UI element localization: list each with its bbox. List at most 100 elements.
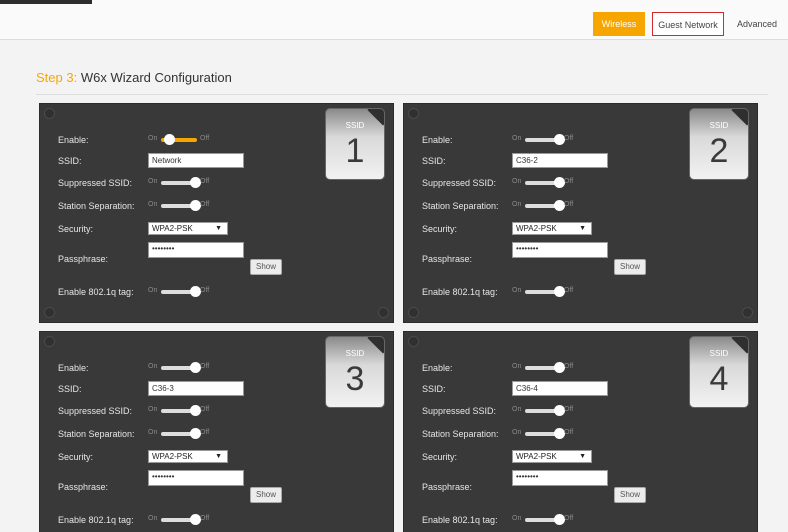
- passphrase-input[interactable]: ••••••••: [148, 470, 244, 486]
- toggle-off-label: Off: [564, 178, 574, 185]
- toggle-off-label: Off: [564, 135, 574, 142]
- suppressed-ssid-label: Suppressed SSID:: [58, 178, 133, 188]
- vlan-tag-toggle[interactable]: On Off: [512, 514, 576, 526]
- security-select[interactable]: WPA2-PSK ▼: [148, 222, 228, 235]
- toggle-off-label: Off: [564, 287, 574, 294]
- suppressed-ssid-label: Suppressed SSID:: [422, 178, 497, 188]
- security-select[interactable]: WPA2-PSK ▼: [148, 450, 228, 463]
- enable-toggle[interactable]: On Off: [512, 134, 576, 146]
- ssid-number-badge: SSID 3: [325, 336, 385, 408]
- ssid-input[interactable]: C36-3: [148, 381, 244, 396]
- security-value: WPA2-PSK: [516, 224, 557, 233]
- step-title: W6x Wizard Configuration: [80, 70, 232, 85]
- toggle-on-label: On: [148, 515, 158, 522]
- tab-guest-network[interactable]: Guest Network: [652, 12, 724, 36]
- toggle-knob[interactable]: [164, 134, 175, 145]
- enable-label: Enable:: [58, 135, 89, 145]
- show-passphrase-button[interactable]: Show: [614, 487, 646, 503]
- step-number: Step 3:: [36, 70, 78, 85]
- dropdown-arrow-icon: ▼: [215, 453, 222, 460]
- toggle-on-label: On: [148, 201, 158, 208]
- passphrase-input[interactable]: ••••••••: [148, 242, 244, 258]
- screw-decoration: [408, 108, 419, 119]
- station-separation-label: Station Separation:: [422, 201, 499, 211]
- vlan-tag-label: Enable 802.1q tag:: [422, 287, 498, 297]
- ssid-card-2: SSID 2 Enable: On Off SSID: C36-2 Suppre…: [403, 103, 758, 323]
- suppressed-ssid-toggle[interactable]: On Off: [512, 177, 576, 189]
- security-value: WPA2-PSK: [516, 452, 557, 461]
- show-passphrase-button[interactable]: Show: [614, 259, 646, 275]
- security-value: WPA2-PSK: [152, 452, 193, 461]
- toggle-off-label: Off: [200, 135, 210, 142]
- passphrase-input[interactable]: ••••••••: [512, 242, 608, 258]
- suppressed-ssid-toggle[interactable]: On Off: [148, 405, 212, 417]
- toggle-on-label: On: [148, 429, 158, 436]
- show-passphrase-button[interactable]: Show: [250, 487, 282, 503]
- ssid-input[interactable]: Network: [148, 153, 244, 168]
- toggle-off-label: Off: [200, 178, 210, 185]
- badge-label: SSID: [709, 121, 729, 130]
- screw-decoration: [408, 307, 419, 318]
- badge-label: SSID: [345, 349, 365, 358]
- screw-decoration: [742, 307, 753, 318]
- vlan-tag-toggle[interactable]: On Off: [148, 286, 212, 298]
- badge-number: 3: [345, 360, 365, 398]
- passphrase-label: Passphrase:: [422, 482, 473, 492]
- toggle-off-label: Off: [564, 429, 574, 436]
- vlan-tag-toggle[interactable]: On Off: [512, 286, 576, 298]
- badge-number: 4: [709, 360, 729, 398]
- badge-number: 1: [345, 132, 365, 170]
- page: Wireless Guest Network Advanced Step 3: …: [0, 0, 788, 532]
- ssid-input[interactable]: C36-2: [512, 153, 608, 168]
- security-label: Security:: [58, 224, 94, 234]
- show-passphrase-button[interactable]: Show: [250, 259, 282, 275]
- station-separation-label: Station Separation:: [58, 429, 135, 439]
- toggle-off-label: Off: [200, 287, 210, 294]
- station-separation-toggle[interactable]: On Off: [512, 428, 576, 440]
- enable-label: Enable:: [58, 363, 89, 373]
- enable-toggle[interactable]: On Off: [512, 362, 576, 374]
- tab-wireless[interactable]: Wireless: [593, 12, 645, 36]
- security-label: Security:: [422, 224, 458, 234]
- tab-advanced[interactable]: Advanced: [731, 12, 783, 36]
- toggle-off-label: Off: [200, 515, 210, 522]
- toggle-off-label: Off: [200, 429, 210, 436]
- passphrase-label: Passphrase:: [58, 254, 109, 264]
- toggle-on-label: On: [512, 429, 522, 436]
- vlan-tag-label: Enable 802.1q tag:: [58, 287, 134, 297]
- passphrase-input[interactable]: ••••••••: [512, 470, 608, 486]
- badge-number: 2: [709, 132, 729, 170]
- toggle-on-label: On: [512, 406, 522, 413]
- passphrase-label: Passphrase:: [58, 482, 109, 492]
- toggle-on-label: On: [512, 201, 522, 208]
- suppressed-ssid-label: Suppressed SSID:: [58, 406, 133, 416]
- enable-toggle[interactable]: On Off: [148, 134, 212, 146]
- suppressed-ssid-toggle[interactable]: On Off: [512, 405, 576, 417]
- security-select[interactable]: WPA2-PSK ▼: [512, 450, 592, 463]
- toggle-on-label: On: [148, 363, 158, 370]
- ssid-card-4: SSID 4 Enable: On Off SSID: C36-4 Suppre…: [403, 331, 758, 532]
- ssid-input[interactable]: C36-4: [512, 381, 608, 396]
- badge-label: SSID: [345, 121, 365, 130]
- security-select[interactable]: WPA2-PSK ▼: [512, 222, 592, 235]
- vlan-tag-toggle[interactable]: On Off: [148, 514, 212, 526]
- station-separation-label: Station Separation:: [422, 429, 499, 439]
- station-separation-toggle[interactable]: On Off: [148, 428, 212, 440]
- screw-decoration: [408, 336, 419, 347]
- suppressed-ssid-toggle[interactable]: On Off: [148, 177, 212, 189]
- toggle-on-label: On: [148, 178, 158, 185]
- ssid-label: SSID:: [58, 384, 82, 394]
- station-separation-label: Station Separation:: [58, 201, 135, 211]
- security-label: Security:: [422, 452, 458, 462]
- toggle-on-label: On: [512, 287, 522, 294]
- enable-toggle[interactable]: On Off: [148, 362, 212, 374]
- station-separation-toggle[interactable]: On Off: [512, 200, 576, 212]
- enable-label: Enable:: [422, 363, 453, 373]
- ssid-label: SSID:: [58, 156, 82, 166]
- toggle-on-label: On: [512, 515, 522, 522]
- toggle-off-label: Off: [564, 515, 574, 522]
- title-divider: [36, 94, 768, 95]
- station-separation-toggle[interactable]: On Off: [148, 200, 212, 212]
- toggle-off-label: Off: [200, 201, 210, 208]
- screw-decoration: [44, 336, 55, 347]
